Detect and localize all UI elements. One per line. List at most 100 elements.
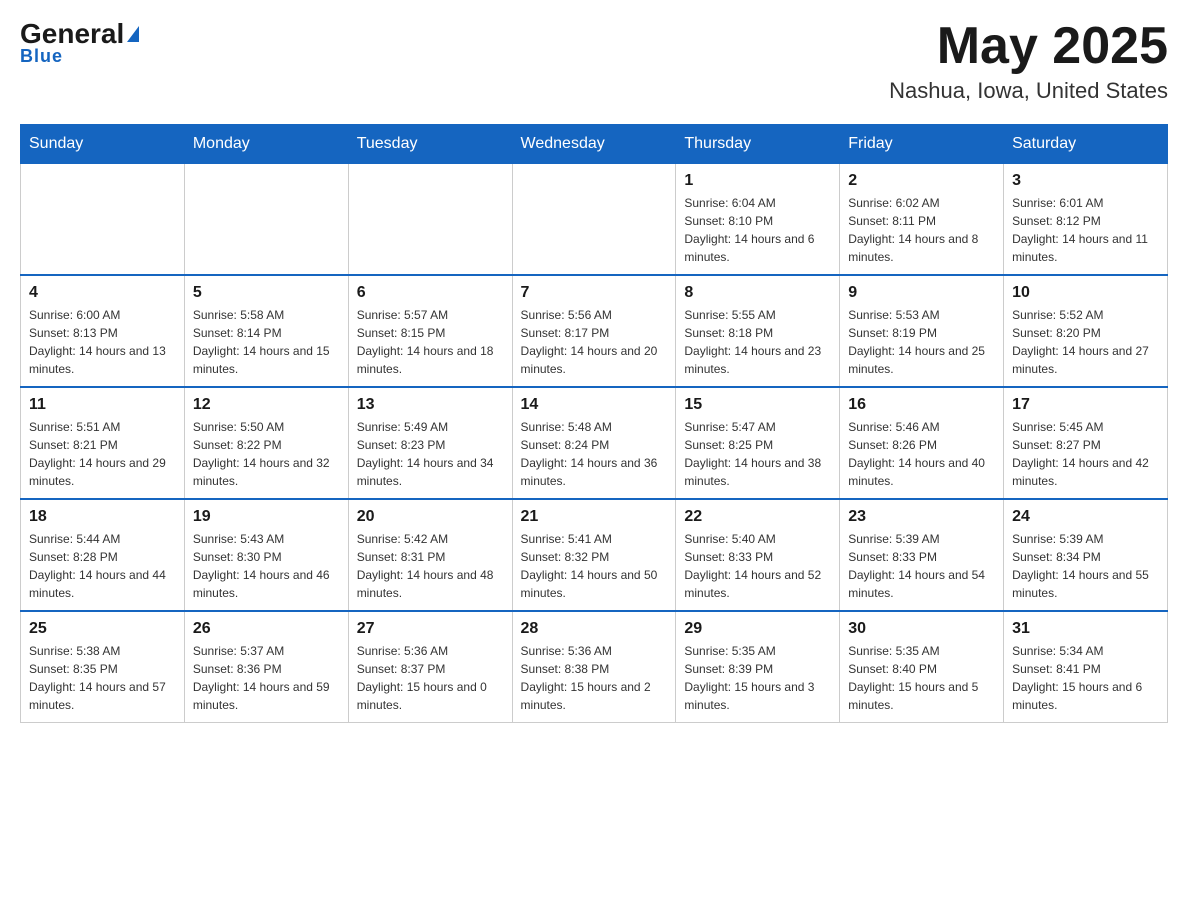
- calendar-week-row: 1 Sunrise: 6:04 AMSunset: 8:10 PMDaylight…: [21, 164, 1168, 276]
- calendar-day-cell: 23Sunrise: 5:39 AMSunset: 8:33 PMDayligh…: [840, 499, 1004, 611]
- day-info: Sunrise: 5:37 AMSunset: 8:36 PMDaylight:…: [193, 642, 340, 714]
- day-number: 26: [193, 620, 340, 638]
- calendar-day-cell: 25Sunrise: 5:38 AMSunset: 8:35 PMDayligh…: [21, 611, 185, 723]
- day-info: Sunrise: 5:35 AMSunset: 8:40 PMDaylight:…: [848, 642, 995, 714]
- day-info: Sunrise: 5:49 AMSunset: 8:23 PMDaylight:…: [357, 418, 504, 490]
- calendar-day-cell: [184, 164, 348, 276]
- calendar-day-cell: [348, 164, 512, 276]
- day-info: Sunrise: 5:48 AMSunset: 8:24 PMDaylight:…: [521, 418, 668, 490]
- day-info: Sunrise: 6:00 AMSunset: 8:13 PMDaylight:…: [29, 306, 176, 378]
- day-info: Sunrise: 5:50 AMSunset: 8:22 PMDaylight:…: [193, 418, 340, 490]
- day-number: 24: [1012, 508, 1159, 526]
- logo-general-text: General: [20, 20, 124, 48]
- calendar-day-cell: [21, 164, 185, 276]
- day-info: Sunrise: 5:51 AMSunset: 8:21 PMDaylight:…: [29, 418, 176, 490]
- day-info: Sunrise: 5:34 AMSunset: 8:41 PMDaylight:…: [1012, 642, 1159, 714]
- calendar-day-cell: 29 Sunrise: 5:35 AMSunset: 8:39 PMDayligh…: [676, 611, 840, 723]
- day-number: 30: [848, 620, 995, 638]
- calendar-day-cell: 16 Sunrise: 5:46 AMSunset: 8:26 PMDayligh…: [840, 387, 1004, 499]
- calendar-day-cell: 19 Sunrise: 5:43 AMSunset: 8:30 PMDayligh…: [184, 499, 348, 611]
- day-number: 1: [684, 172, 831, 190]
- title-section: May 2025 Nashua, Iowa, United States: [889, 20, 1168, 104]
- calendar-day-cell: 10 Sunrise: 5:52 AMSunset: 8:20 PMDayligh…: [1004, 275, 1168, 387]
- calendar-day-cell: 22Sunrise: 5:40 AMSunset: 8:33 PMDayligh…: [676, 499, 840, 611]
- day-info: Sunrise: 5:42 AMSunset: 8:31 PMDaylight:…: [357, 530, 504, 602]
- day-info: Sunrise: 6:02 AMSunset: 8:11 PMDaylight:…: [848, 194, 995, 266]
- calendar-week-row: 11 Sunrise: 5:51 AMSunset: 8:21 PMDayligh…: [21, 387, 1168, 499]
- day-number: 3: [1012, 172, 1159, 190]
- calendar-day-cell: 28 Sunrise: 5:36 AMSunset: 8:38 PMDayligh…: [512, 611, 676, 723]
- calendar-day-header: Wednesday: [512, 125, 676, 164]
- day-number: 16: [848, 396, 995, 414]
- day-number: 29: [684, 620, 831, 638]
- day-number: 22: [684, 508, 831, 526]
- day-info: Sunrise: 5:56 AMSunset: 8:17 PMDaylight:…: [521, 306, 668, 378]
- day-number: 8: [684, 284, 831, 302]
- calendar-day-cell: 30 Sunrise: 5:35 AMSunset: 8:40 PMDayligh…: [840, 611, 1004, 723]
- calendar-week-row: 18 Sunrise: 5:44 AMSunset: 8:28 PMDayligh…: [21, 499, 1168, 611]
- day-info: Sunrise: 6:01 AMSunset: 8:12 PMDaylight:…: [1012, 194, 1159, 266]
- calendar-day-cell: 11 Sunrise: 5:51 AMSunset: 8:21 PMDayligh…: [21, 387, 185, 499]
- logo: General Blue: [20, 20, 139, 67]
- calendar-day-header: Tuesday: [348, 125, 512, 164]
- logo-blue-text: Blue: [20, 46, 63, 67]
- day-number: 7: [521, 284, 668, 302]
- calendar-day-cell: 15 Sunrise: 5:47 AMSunset: 8:25 PMDayligh…: [676, 387, 840, 499]
- day-number: 31: [1012, 620, 1159, 638]
- calendar-week-row: 4 Sunrise: 6:00 AMSunset: 8:13 PMDaylight…: [21, 275, 1168, 387]
- calendar-week-row: 25Sunrise: 5:38 AMSunset: 8:35 PMDayligh…: [21, 611, 1168, 723]
- day-info: Sunrise: 5:47 AMSunset: 8:25 PMDaylight:…: [684, 418, 831, 490]
- calendar-day-header: Sunday: [21, 125, 185, 164]
- location-title: Nashua, Iowa, United States: [889, 78, 1168, 104]
- day-info: Sunrise: 5:39 AMSunset: 8:34 PMDaylight:…: [1012, 530, 1159, 602]
- calendar-day-cell: [512, 164, 676, 276]
- day-info: Sunrise: 5:46 AMSunset: 8:26 PMDaylight:…: [848, 418, 995, 490]
- day-info: Sunrise: 5:36 AMSunset: 8:38 PMDaylight:…: [521, 642, 668, 714]
- day-number: 11: [29, 396, 176, 414]
- day-info: Sunrise: 5:55 AMSunset: 8:18 PMDaylight:…: [684, 306, 831, 378]
- calendar-day-cell: 18 Sunrise: 5:44 AMSunset: 8:28 PMDayligh…: [21, 499, 185, 611]
- day-number: 9: [848, 284, 995, 302]
- day-number: 12: [193, 396, 340, 414]
- day-number: 14: [521, 396, 668, 414]
- day-number: 15: [684, 396, 831, 414]
- calendar-day-cell: 4 Sunrise: 6:00 AMSunset: 8:13 PMDaylight…: [21, 275, 185, 387]
- calendar-table: SundayMondayTuesdayWednesdayThursdayFrid…: [20, 124, 1168, 723]
- calendar-day-cell: 12 Sunrise: 5:50 AMSunset: 8:22 PMDayligh…: [184, 387, 348, 499]
- day-info: Sunrise: 6:04 AMSunset: 8:10 PMDaylight:…: [684, 194, 831, 266]
- day-info: Sunrise: 5:44 AMSunset: 8:28 PMDaylight:…: [29, 530, 176, 602]
- day-info: Sunrise: 5:57 AMSunset: 8:15 PMDaylight:…: [357, 306, 504, 378]
- day-number: 4: [29, 284, 176, 302]
- calendar-day-cell: 8 Sunrise: 5:55 AMSunset: 8:18 PMDaylight…: [676, 275, 840, 387]
- calendar-day-cell: 20 Sunrise: 5:42 AMSunset: 8:31 PMDayligh…: [348, 499, 512, 611]
- day-info: Sunrise: 5:58 AMSunset: 8:14 PMDaylight:…: [193, 306, 340, 378]
- calendar-day-cell: 17Sunrise: 5:45 AMSunset: 8:27 PMDayligh…: [1004, 387, 1168, 499]
- day-number: 17: [1012, 396, 1159, 414]
- calendar-day-cell: 1 Sunrise: 6:04 AMSunset: 8:10 PMDaylight…: [676, 164, 840, 276]
- month-title: May 2025: [889, 20, 1168, 72]
- calendar-day-cell: 27 Sunrise: 5:36 AMSunset: 8:37 PMDayligh…: [348, 611, 512, 723]
- day-info: Sunrise: 5:36 AMSunset: 8:37 PMDaylight:…: [357, 642, 504, 714]
- calendar-day-cell: 21 Sunrise: 5:41 AMSunset: 8:32 PMDayligh…: [512, 499, 676, 611]
- calendar-header-row: SundayMondayTuesdayWednesdayThursdayFrid…: [21, 125, 1168, 164]
- day-info: Sunrise: 5:52 AMSunset: 8:20 PMDaylight:…: [1012, 306, 1159, 378]
- day-number: 21: [521, 508, 668, 526]
- day-info: Sunrise: 5:43 AMSunset: 8:30 PMDaylight:…: [193, 530, 340, 602]
- calendar-day-cell: 13Sunrise: 5:49 AMSunset: 8:23 PMDayligh…: [348, 387, 512, 499]
- day-info: Sunrise: 5:35 AMSunset: 8:39 PMDaylight:…: [684, 642, 831, 714]
- calendar-day-cell: 7 Sunrise: 5:56 AMSunset: 8:17 PMDaylight…: [512, 275, 676, 387]
- calendar-day-cell: 6Sunrise: 5:57 AMSunset: 8:15 PMDaylight…: [348, 275, 512, 387]
- calendar-day-cell: 14 Sunrise: 5:48 AMSunset: 8:24 PMDayligh…: [512, 387, 676, 499]
- calendar-day-cell: 24 Sunrise: 5:39 AMSunset: 8:34 PMDayligh…: [1004, 499, 1168, 611]
- calendar-day-header: Thursday: [676, 125, 840, 164]
- day-number: 18: [29, 508, 176, 526]
- page-header: General Blue May 2025 Nashua, Iowa, Unit…: [20, 20, 1168, 104]
- day-number: 28: [521, 620, 668, 638]
- day-info: Sunrise: 5:41 AMSunset: 8:32 PMDaylight:…: [521, 530, 668, 602]
- calendar-day-header: Monday: [184, 125, 348, 164]
- day-number: 23: [848, 508, 995, 526]
- day-number: 20: [357, 508, 504, 526]
- day-number: 10: [1012, 284, 1159, 302]
- day-number: 19: [193, 508, 340, 526]
- day-number: 27: [357, 620, 504, 638]
